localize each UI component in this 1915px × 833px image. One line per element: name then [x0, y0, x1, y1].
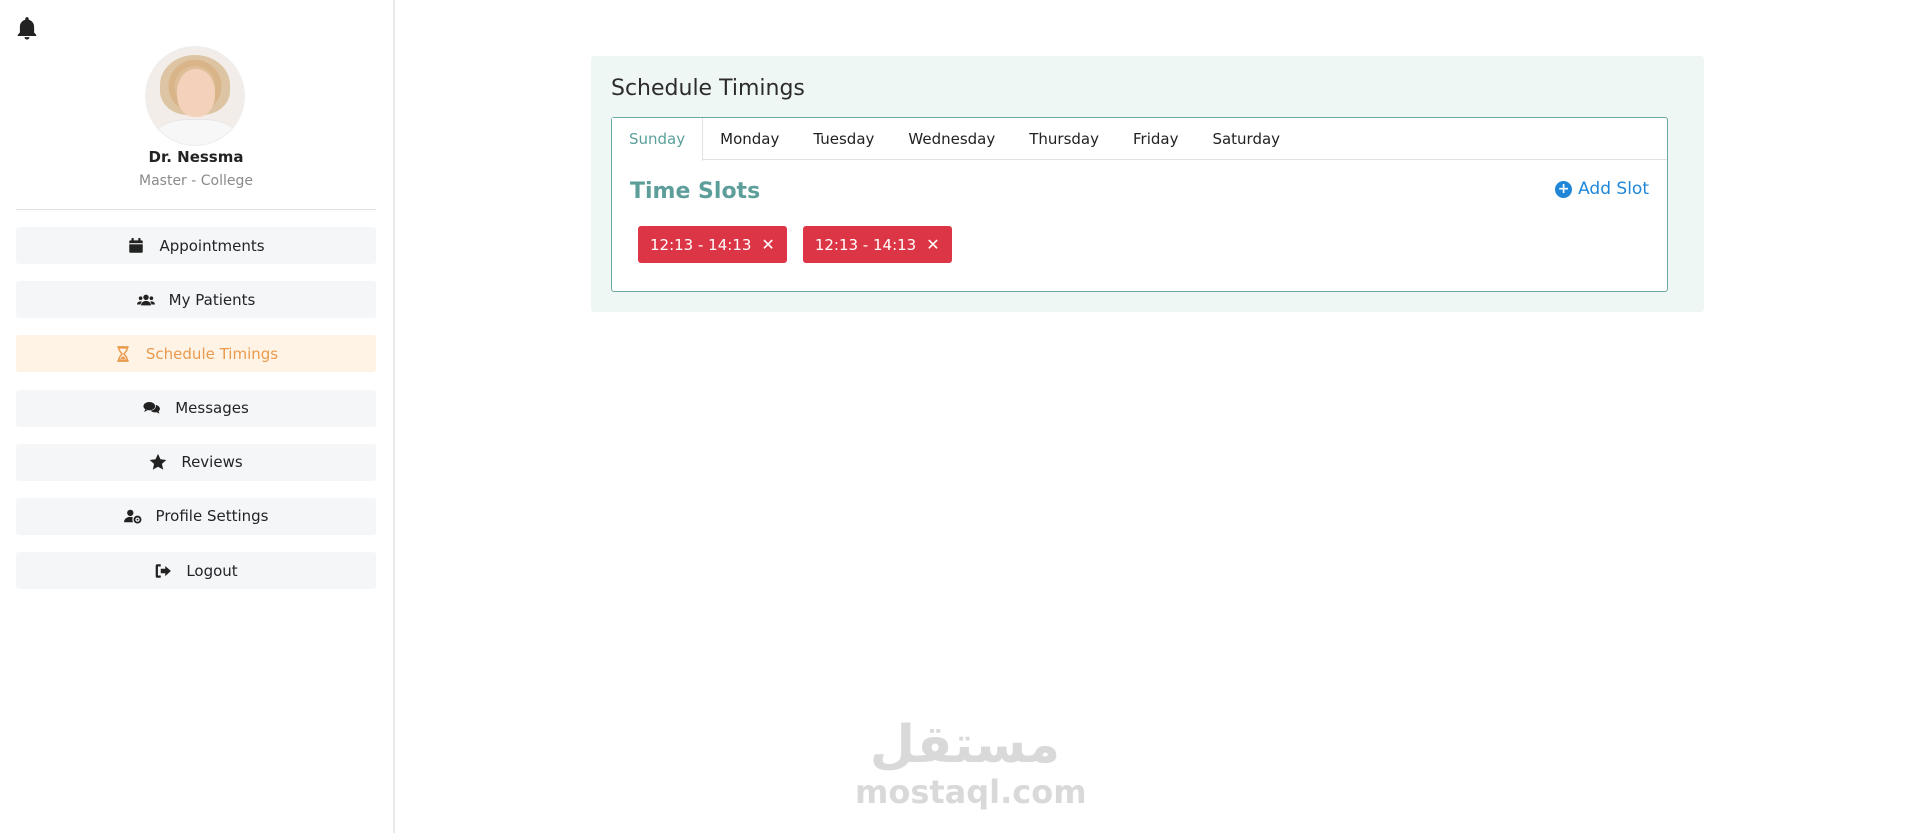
time-slot-chip: 12:13 - 14:13 ✕: [638, 226, 787, 263]
time-slot-list: 12:13 - 14:13 ✕ 12:13 - 14:13 ✕: [638, 226, 968, 263]
sidebar-item-label: My Patients: [168, 290, 256, 309]
remove-slot-icon[interactable]: ✕: [761, 235, 774, 254]
tab-monday[interactable]: Monday: [703, 118, 796, 160]
time-slot-chip: 12:13 - 14:13 ✕: [802, 226, 952, 263]
sidebar-item-appointments[interactable]: Appointments: [16, 227, 376, 264]
user-cog-icon: [123, 507, 142, 525]
watermark-site: mostaql.com: [855, 773, 1087, 811]
doctor-name: Dr. Nessma: [148, 148, 244, 166]
sidebar-menu: Appointments My Patients Schedule Timing…: [16, 227, 376, 606]
tab-wednesday[interactable]: Wednesday: [891, 118, 1012, 160]
users-icon: [136, 291, 155, 309]
comments-icon: [143, 399, 161, 417]
sidebar-item-logout[interactable]: Logout: [16, 552, 376, 590]
sign-out-icon: [154, 562, 172, 580]
sidebar-item-label: Appointments: [159, 236, 265, 255]
sidebar-item-label: Messages: [175, 399, 249, 418]
sidebar-item-messages[interactable]: Messages: [16, 389, 376, 427]
bell-icon[interactable]: [14, 15, 40, 43]
tab-friday[interactable]: Friday: [1116, 118, 1195, 160]
sidebar-divider: [16, 209, 376, 210]
hourglass-icon: [114, 345, 132, 363]
tab-saturday[interactable]: Saturday: [1195, 118, 1297, 160]
star-icon: [149, 453, 167, 471]
time-slot-label: 12:13 - 14:13: [650, 235, 752, 254]
sidebar-item-label: Reviews: [181, 453, 243, 472]
sidebar-item-profile-settings[interactable]: Profile Settings: [16, 497, 376, 535]
watermark: مستقل mostaql.com: [855, 715, 1087, 811]
sidebar: Dr. Nessma Master - College Appointments…: [0, 0, 395, 833]
add-slot-button[interactable]: + Add Slot: [1555, 179, 1649, 199]
sidebar-item-label: Schedule Timings: [145, 344, 279, 363]
time-slots-title: Time Slots: [630, 179, 761, 204]
sidebar-item-reviews[interactable]: Reviews: [16, 443, 376, 481]
doctor-title: Master - College: [139, 173, 253, 189]
time-slot-label: 12:13 - 14:13: [814, 235, 917, 254]
schedule-panel: Sunday Monday Tuesday Wednesday Thursday…: [611, 117, 1668, 292]
calendar-icon: [127, 237, 145, 255]
tab-sunday[interactable]: Sunday: [612, 118, 704, 161]
sidebar-item-my-patients[interactable]: My Patients: [16, 281, 376, 319]
sidebar-item-schedule-timings[interactable]: Schedule Timings: [16, 335, 376, 373]
sidebar-item-label: Profile Settings: [155, 507, 269, 526]
add-slot-label: Add Slot: [1578, 179, 1649, 199]
watermark-logo: مستقل: [869, 715, 1061, 775]
plus-circle-icon: +: [1555, 180, 1573, 198]
page-title: Schedule Timings: [611, 76, 805, 101]
tab-thursday[interactable]: Thursday: [1012, 118, 1116, 160]
schedule-card: Schedule Timings Sunday Monday Tuesday W…: [591, 56, 1704, 312]
sidebar-item-label: Logout: [186, 561, 238, 580]
day-tabs: Sunday Monday Tuesday Wednesday Thursday…: [612, 118, 1667, 161]
tab-tuesday[interactable]: Tuesday: [796, 118, 891, 160]
remove-slot-icon[interactable]: ✕: [926, 235, 939, 254]
avatar: [145, 46, 245, 146]
